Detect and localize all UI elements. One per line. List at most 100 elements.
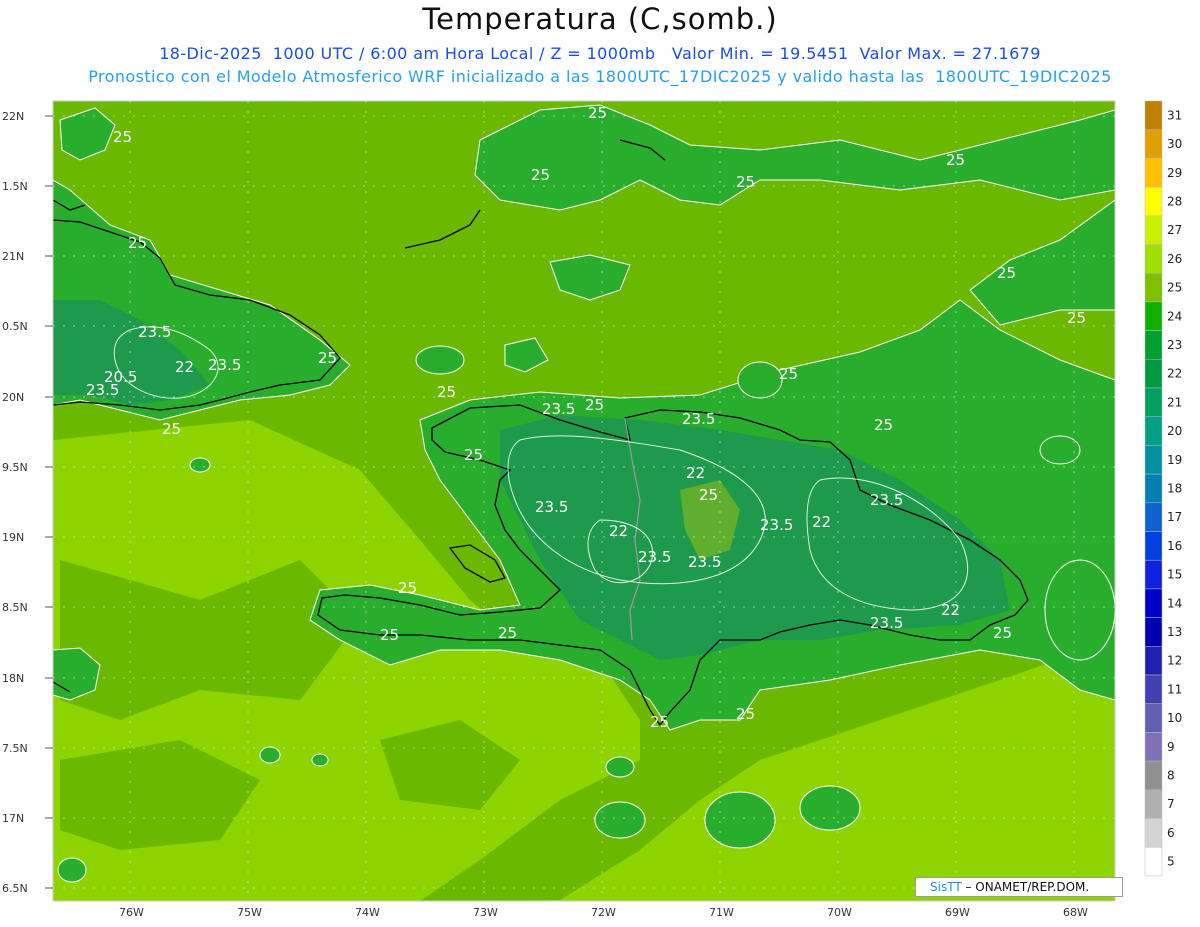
contour-label: 25 — [398, 579, 417, 597]
contour-label: 23.5 — [138, 323, 171, 341]
lon-label: 68W — [1063, 906, 1088, 919]
lon-label: 69W — [945, 906, 970, 919]
lat-label: 20N — [2, 391, 24, 404]
colorbar-swatch — [1144, 732, 1163, 762]
contour-label: 23.5 — [870, 491, 903, 509]
longitude-axis: 76W 75W 74W 73W 72W 71W 70W 69W 68W — [119, 906, 1088, 919]
contour-label: 25 — [946, 151, 965, 169]
lat-label: 18N — [2, 672, 24, 685]
contour-label: 25 — [585, 396, 604, 414]
contour-label: 23.5 — [208, 356, 241, 374]
colorbar-swatch — [1144, 473, 1163, 504]
colorbar-label: 13 — [1167, 625, 1182, 639]
contour-label: 25 — [736, 173, 755, 191]
contour-label: 25 — [437, 383, 456, 401]
contour-label: 25 — [997, 264, 1016, 282]
colorbar-label: 6 — [1167, 826, 1175, 840]
colorbar-label: 30 — [1167, 137, 1182, 151]
contour-label: 25 — [380, 626, 399, 644]
colorbar-label: 19 — [1167, 453, 1182, 467]
colorbar-label: 10 — [1167, 711, 1182, 725]
latitude-ticks — [45, 115, 53, 889]
lat-label: 7.5N — [2, 742, 28, 755]
colorbar-swatch — [1144, 674, 1163, 704]
lon-label: 76W — [119, 906, 144, 919]
contour-label: 25 — [464, 446, 483, 464]
latitude-axis: 22N 1.5N 21N 0.5N 20N 9.5N 19N 8.5N 18N … — [2, 110, 28, 895]
lat-label: 6.5N — [2, 882, 28, 895]
temperature-map: 25 25 23.5 22 23.5 20.5 23.5 25 25 25 25… — [2, 100, 1182, 919]
contour-label: 25 — [113, 128, 132, 146]
colorbar-label: 24 — [1167, 309, 1182, 323]
colorbar-swatch — [1144, 818, 1163, 848]
colorbar-label: 9 — [1167, 740, 1175, 754]
sistt-logo-text: SisTT — [930, 880, 962, 894]
colorbar-label: 14 — [1167, 596, 1182, 610]
colorbar-swatch — [1144, 559, 1163, 590]
lat-label: 17N — [2, 812, 24, 825]
colorbar-label: 29 — [1167, 166, 1182, 180]
lon-label: 73W — [473, 906, 498, 919]
colorbar-swatch — [1144, 760, 1163, 791]
colorbar-label: 31 — [1167, 108, 1182, 122]
colorbar-label: 28 — [1167, 194, 1182, 208]
contour-label: 25 — [162, 420, 181, 438]
contour-label: 23.5 — [638, 548, 671, 566]
colorbar-label: 15 — [1167, 568, 1182, 582]
colorbar-swatch — [1144, 100, 1163, 130]
colorbar-label: 23 — [1167, 338, 1182, 352]
credit-text: – ONAMET/REP.DOM. — [965, 880, 1090, 894]
colorbar-label: 26 — [1167, 252, 1182, 266]
colorbar-swatch — [1144, 416, 1163, 446]
colorbar-label: 22 — [1167, 367, 1182, 381]
contour-label: 23.5 — [688, 553, 721, 571]
contour-label: 25 — [588, 104, 607, 122]
colorbar-swatch — [1144, 531, 1163, 561]
lon-label: 70W — [827, 906, 852, 919]
colorbar: 31 30 29 28 27 26 25 24 23 22 21 20 19 18 17 16 15 14 13 12… — [1144, 100, 1182, 877]
colorbar-label: 5 — [1167, 855, 1175, 869]
contour-label: 23.5 — [86, 381, 119, 399]
contour-label: 23.5 — [682, 410, 715, 428]
lat-label: 22N — [2, 110, 24, 123]
contour-label: 22 — [686, 464, 705, 482]
contour-label: 25 — [650, 713, 669, 731]
colorbar-swatch — [1144, 588, 1163, 618]
contour-label: 25 — [128, 234, 147, 252]
lat-label: 19N — [2, 531, 24, 544]
colorbar-label: 16 — [1167, 539, 1182, 553]
colorbar-swatch — [1144, 330, 1163, 360]
contour-label: 25 — [699, 486, 718, 504]
lon-label: 72W — [591, 906, 616, 919]
colorbar-swatch — [1144, 703, 1163, 733]
colorbar-swatch — [1144, 186, 1163, 217]
lon-label: 74W — [355, 906, 380, 919]
lat-label: 21N — [2, 250, 24, 263]
colorbar-label: 18 — [1167, 481, 1182, 495]
colorbar-swatch — [1144, 646, 1163, 676]
lat-label: 8.5N — [2, 601, 28, 614]
lat-label: 9.5N — [2, 461, 28, 474]
colorbar-swatch — [1144, 445, 1163, 475]
colorbar-swatch — [1144, 158, 1163, 188]
contour-label: 22 — [941, 601, 960, 619]
colorbar-swatch — [1144, 272, 1163, 303]
map-field: 25 25 23.5 22 23.5 20.5 23.5 25 25 25 25… — [53, 101, 1115, 901]
colorbar-label: 12 — [1167, 654, 1182, 668]
contour-label: 22 — [609, 522, 628, 540]
contour-label: 25 — [531, 166, 550, 184]
colorbar-swatch — [1144, 789, 1163, 819]
colorbar-label: 21 — [1167, 395, 1182, 409]
lat-label: 1.5N — [2, 180, 28, 193]
colorbar-label: 25 — [1167, 281, 1182, 295]
colorbar-label: 20 — [1167, 424, 1182, 438]
colorbar-swatch — [1144, 129, 1163, 159]
lat-label: 0.5N — [2, 320, 28, 333]
lon-label: 71W — [709, 906, 734, 919]
contour-label: 23.5 — [535, 498, 568, 516]
contour-label: 25 — [993, 624, 1012, 642]
colorbar-label: 8 — [1167, 768, 1175, 782]
contour-label: 25 — [1067, 309, 1086, 327]
colorbar-swatch — [1144, 502, 1163, 532]
contour-label: 25 — [779, 365, 798, 383]
